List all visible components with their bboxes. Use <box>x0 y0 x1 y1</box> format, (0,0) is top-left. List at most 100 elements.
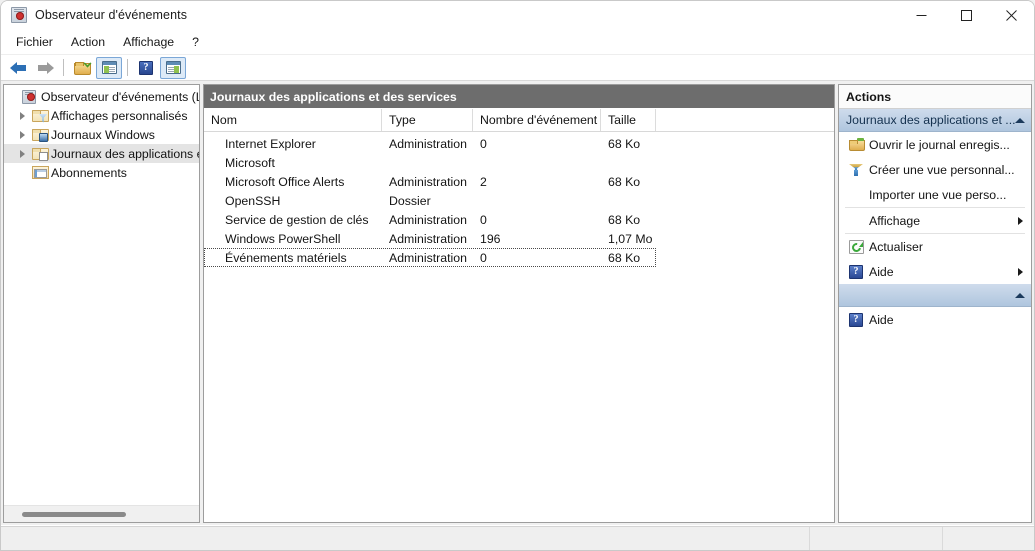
chevron-right-icon <box>1018 217 1023 225</box>
column-header-count[interactable]: Nombre d'événement <box>473 109 601 131</box>
action-refresh[interactable]: Actualiser <box>839 234 1031 259</box>
forward-button[interactable] <box>32 57 58 79</box>
back-button[interactable] <box>5 57 31 79</box>
show-hide-action-pane-button[interactable] <box>96 57 122 79</box>
chevron-right-icon[interactable] <box>14 144 30 163</box>
cell-type: Administration <box>382 232 473 246</box>
cell-count: 0 <box>473 251 601 265</box>
action-view[interactable]: Affichage <box>839 208 1031 233</box>
properties-button[interactable] <box>160 57 186 79</box>
pane-right-icon <box>166 61 181 74</box>
table-row[interactable]: Événements matériels Administration 0 68… <box>204 248 656 267</box>
column-header-nom[interactable]: Nom <box>204 109 382 131</box>
chevron-right-icon[interactable] <box>14 125 30 144</box>
close-button[interactable] <box>989 1 1034 29</box>
toolbar-separator-2 <box>127 59 128 76</box>
main-body: Observateur d'événements (Loca Affichage… <box>1 81 1034 525</box>
actions-section-header-logs[interactable]: Journaux des applications et ... <box>839 109 1031 132</box>
status-segment-main <box>1 527 809 551</box>
action-label: Affichage <box>867 214 1018 228</box>
pane-left-icon <box>102 61 117 74</box>
tree-item-custom-views[interactable]: Affichages personnalisés <box>4 106 199 125</box>
tree-item-subscriptions[interactable]: Abonnements <box>4 163 199 182</box>
menu-help[interactable]: ? <box>183 32 208 52</box>
chevron-up-icon[interactable] <box>1015 293 1025 298</box>
table-row[interactable]: Internet Explorer Administration 0 68 Ko <box>204 134 834 153</box>
help-icon: ? <box>139 61 153 75</box>
tree-item-label: Abonnements <box>48 166 127 180</box>
title-bar: Observateur d'événements <box>1 1 1034 29</box>
tree-expander-placeholder <box>4 87 20 106</box>
cell-nom: Microsoft Office Alerts <box>204 175 382 189</box>
show-hide-console-tree-button[interactable] <box>69 57 95 79</box>
cell-count: 0 <box>473 137 601 151</box>
minimize-button[interactable] <box>899 1 944 29</box>
column-header-filler <box>656 109 834 131</box>
action-open-saved-log[interactable]: Ouvrir le journal enregis... <box>839 132 1031 157</box>
subscriptions-icon <box>30 166 48 179</box>
action-label: Actualiser <box>867 240 1025 254</box>
menu-fichier[interactable]: Fichier <box>7 32 62 52</box>
folder-funnel-icon <box>30 110 48 122</box>
action-help-secondary[interactable]: ? Aide <box>839 307 1031 332</box>
column-header-type[interactable]: Type <box>382 109 473 131</box>
help-button[interactable]: ? <box>133 57 159 79</box>
action-create-custom-view[interactable]: Créer une vue personnal... <box>839 157 1031 182</box>
action-label: Aide <box>867 313 1025 327</box>
refresh-icon <box>845 240 867 254</box>
actions-pane: Actions Journaux des applications et ...… <box>838 84 1032 523</box>
menu-affichage[interactable]: Affichage <box>114 32 183 52</box>
create-custom-view-icon <box>845 163 867 176</box>
back-arrow-icon <box>10 61 27 75</box>
tree-scroll-area: Observateur d'événements (Loca Affichage… <box>4 85 199 505</box>
tree-item-label: Journaux Windows <box>48 128 155 142</box>
log-list-pane: Journaux des applications et des service… <box>203 84 835 523</box>
status-bar <box>1 526 1034 550</box>
maximize-button[interactable] <box>944 1 989 29</box>
action-label: Ouvrir le journal enregis... <box>867 138 1025 152</box>
forward-arrow-icon <box>37 61 54 75</box>
action-help[interactable]: ? Aide <box>839 259 1031 284</box>
actions-section-label: Journaux des applications et ... <box>846 113 1015 127</box>
list-column-headers: Nom Type Nombre d'événement Taille <box>204 109 834 132</box>
table-row[interactable]: Microsoft Office Alerts Administration 2… <box>204 172 834 191</box>
table-row[interactable]: Service de gestion de clés Administratio… <box>204 210 834 229</box>
toolbar: ? <box>1 55 1034 81</box>
cell-size: 68 Ko <box>601 213 656 227</box>
cell-nom: Internet Explorer <box>204 137 382 151</box>
chevron-up-icon[interactable] <box>1015 118 1025 123</box>
cell-nom: Windows PowerShell <box>204 232 382 246</box>
cell-nom: Service de gestion de clés <box>204 213 382 227</box>
tree-horizontal-scrollbar[interactable] <box>4 505 199 522</box>
table-row[interactable]: Windows PowerShell Administration 196 1,… <box>204 229 834 248</box>
tree-item-windows-logs[interactable]: Journaux Windows <box>4 125 199 144</box>
chevron-right-icon[interactable] <box>14 106 30 125</box>
table-row[interactable]: Microsoft <box>204 153 834 172</box>
scrollbar-thumb[interactable] <box>22 512 126 517</box>
folder-sheet-icon <box>30 148 48 160</box>
cell-size: 1,07 Mo <box>601 232 656 246</box>
window-title: Observateur d'événements <box>35 8 187 22</box>
table-row[interactable]: OpenSSH Dossier <box>204 191 834 210</box>
tree-item-root[interactable]: Observateur d'événements (Loca <box>4 87 199 106</box>
column-header-size[interactable]: Taille <box>601 109 656 131</box>
menu-action[interactable]: Action <box>62 32 114 52</box>
tree-item-label: Observateur d'événements (Loca <box>38 90 199 104</box>
window-controls <box>899 1 1034 29</box>
folder-monitor-icon <box>30 129 48 141</box>
action-import-custom-view[interactable]: Importer une vue perso... <box>839 182 1031 207</box>
toolbar-separator <box>63 59 64 76</box>
tree-expander-placeholder <box>14 163 30 182</box>
status-segment-a <box>809 527 942 551</box>
cell-count: 2 <box>473 175 601 189</box>
tree-item-application-service-logs[interactable]: Journaux des applications et <box>4 144 199 163</box>
actions-section-header-secondary[interactable] <box>839 284 1031 307</box>
cell-count: 0 <box>473 213 601 227</box>
menu-bar: Fichier Action Affichage ? <box>1 29 1034 55</box>
list-banner: Journaux des applications et des service… <box>204 85 834 109</box>
cell-size: 68 Ko <box>601 251 656 265</box>
cell-type: Administration <box>382 251 473 265</box>
cell-type: Administration <box>382 175 473 189</box>
cell-count: 196 <box>473 232 601 246</box>
cell-type: Administration <box>382 213 473 227</box>
